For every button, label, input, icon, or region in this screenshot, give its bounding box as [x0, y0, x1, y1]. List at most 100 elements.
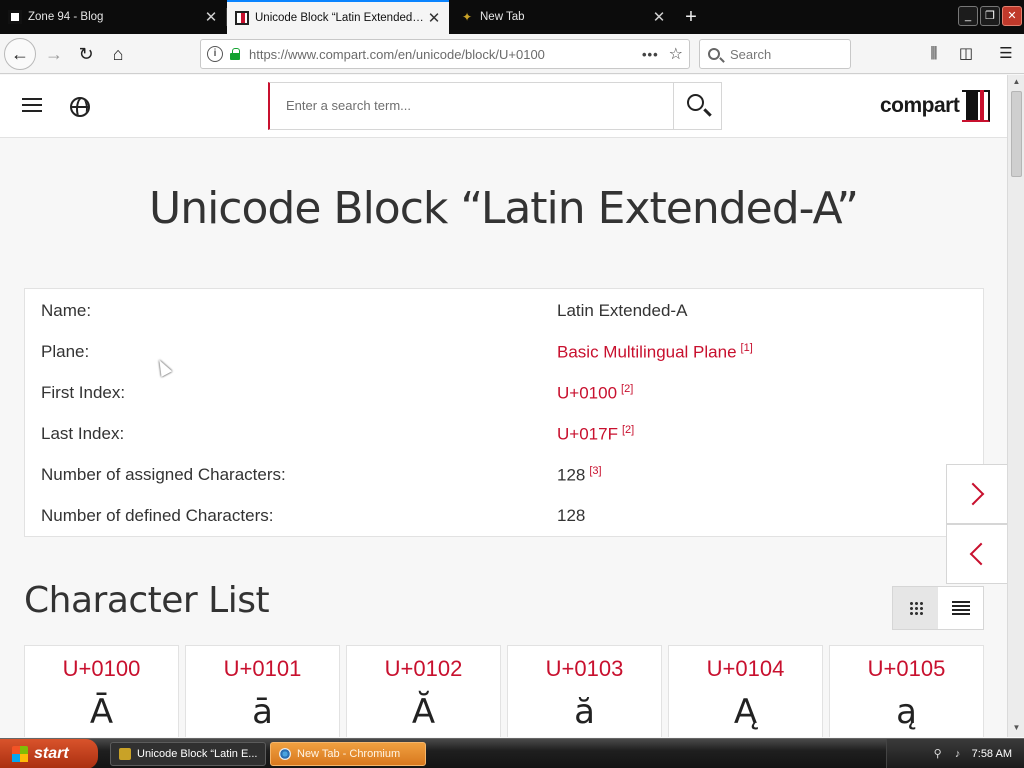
compart-favicon-icon	[235, 11, 249, 25]
firefox-icon	[119, 748, 131, 760]
compart-logo[interactable]: compart	[880, 89, 992, 123]
info-label: First Index:	[41, 383, 126, 402]
site-header: Enter a search term... compart	[0, 75, 1007, 138]
info-value: Latin Extended-A	[557, 301, 688, 320]
volume-icon[interactable]: ♪	[952, 748, 964, 760]
character-card[interactable]: U+0105 ą	[829, 645, 984, 737]
browser-tab-bar: Zone 94 - Blog ✕ Unicode Block “Latin Ex…	[0, 0, 1024, 34]
reference-link[interactable]: [1]	[741, 342, 753, 354]
browser-search-placeholder: Search	[730, 46, 772, 62]
site-info-icon[interactable]: i	[207, 46, 223, 62]
scroll-down-arrow-icon[interactable]: ▼	[1011, 723, 1022, 735]
logo-text: compart	[880, 94, 960, 117]
character-code: U+0103	[545, 656, 624, 681]
character-list-heading: Character List	[24, 580, 270, 621]
window-controls: _ ❐ ✕	[958, 6, 1022, 26]
browser-search-field[interactable]: Search	[699, 39, 851, 69]
list-icon	[951, 601, 970, 615]
info-label: Plane:	[41, 342, 90, 361]
windows-logo-icon	[12, 746, 28, 762]
character-code: U+0105	[867, 656, 946, 681]
character-glyph: Ă	[411, 692, 436, 732]
tab-title: New Tab	[480, 11, 525, 23]
page-actions-icon[interactable]: •••	[642, 47, 659, 62]
compart-logo-mark-icon	[962, 90, 992, 122]
character-code: U+0102	[384, 656, 463, 681]
chevron-left-icon	[969, 542, 993, 566]
start-button[interactable]: start	[0, 739, 98, 768]
taskbar-item-label: Unicode Block “Latin E...	[137, 748, 258, 760]
info-label: Last Index:	[41, 424, 125, 443]
block-info-table: Name: Latin Extended-A Plane: Basic Mult…	[24, 288, 984, 537]
clock[interactable]: 7:58 AM	[972, 748, 1012, 760]
windows-taskbar: start Unicode Block “Latin E... New Tab …	[0, 738, 1024, 768]
home-icon[interactable]: ⌂	[102, 38, 134, 70]
tab-close-icon[interactable]: ✕	[427, 9, 441, 27]
character-glyph: Ā	[89, 692, 114, 732]
site-search-input[interactable]: Enter a search term...	[286, 83, 411, 129]
sidebar-icon[interactable]: ◫	[956, 44, 976, 64]
network-icon[interactable]: ⚲	[932, 748, 944, 760]
library-icon[interactable]: ⫼	[924, 44, 944, 64]
info-value: 128	[557, 506, 586, 525]
chevron-right-icon	[961, 482, 985, 506]
character-grid: U+0100 Ā U+0101 ā U+0102 Ă U+0103 ă U+01…	[24, 645, 984, 737]
character-card[interactable]: U+0104 Ą	[668, 645, 823, 737]
reference-link[interactable]: [3]	[589, 465, 601, 477]
character-card[interactable]: U+0103 ă	[507, 645, 662, 737]
next-block-button[interactable]	[946, 464, 1007, 524]
character-card[interactable]: U+0102 Ă	[346, 645, 501, 737]
taskbar-item-firefox[interactable]: Unicode Block “Latin E...	[110, 742, 266, 766]
globe-language-icon[interactable]	[70, 97, 90, 117]
forward-arrow-icon[interactable]: →	[38, 38, 70, 70]
scroll-up-arrow-icon[interactable]: ▲	[1011, 77, 1022, 89]
tab-new-tab[interactable]: ✦ New Tab ✕	[452, 0, 674, 34]
character-code: U+0101	[223, 656, 302, 681]
character-glyph: Ą	[733, 692, 758, 732]
scroll-thumb[interactable]	[1011, 91, 1022, 177]
tab-close-icon[interactable]: ✕	[204, 8, 218, 26]
info-label: Number of assigned Characters:	[41, 465, 286, 484]
character-glyph: ą	[896, 692, 917, 732]
view-toggle	[892, 586, 984, 630]
site-search-button[interactable]	[673, 83, 721, 129]
reference-link[interactable]: [2]	[621, 383, 633, 395]
info-value: 128 [3]	[557, 465, 602, 485]
character-glyph: ā	[252, 692, 273, 732]
tab-zone94-blog[interactable]: Zone 94 - Blog ✕	[0, 0, 226, 34]
back-arrow-icon[interactable]: ←	[4, 38, 36, 70]
grid-view-button[interactable]	[893, 587, 938, 629]
new-tab-plus-icon[interactable]: +	[680, 4, 702, 30]
first-index-link[interactable]: U+0100 [2]	[557, 383, 633, 404]
lock-icon	[229, 48, 241, 60]
close-window-button[interactable]: ✕	[1002, 6, 1022, 26]
page-scrollbar[interactable]: ▲ ▼	[1007, 75, 1024, 737]
tab-title: Unicode Block “Latin Extended-A”	[255, 12, 427, 24]
taskbar-item-label: New Tab - Chromium	[297, 748, 401, 760]
page-title: Unicode Block “Latin Extended-A”	[148, 183, 859, 234]
last-index-link[interactable]: U+017F [2]	[557, 424, 634, 445]
grid-icon	[908, 601, 923, 615]
menu-icon[interactable]: ☰	[996, 44, 1016, 64]
character-card[interactable]: U+0100 Ā	[24, 645, 179, 737]
url-text[interactable]: https://www.compart.com/en/unicode/block…	[249, 47, 642, 62]
hamburger-menu-icon[interactable]	[22, 98, 42, 112]
restore-button[interactable]: ❐	[980, 6, 1000, 26]
page-viewport: Enter a search term... compart Unicode B…	[0, 75, 1007, 737]
info-label: Name:	[41, 301, 92, 320]
character-code: U+0100	[62, 656, 141, 681]
minimize-button[interactable]: _	[958, 6, 978, 26]
previous-block-button[interactable]	[946, 524, 1007, 584]
reference-link[interactable]: [2]	[622, 424, 634, 436]
reload-icon[interactable]: ↻	[70, 38, 102, 70]
start-label: start	[34, 745, 69, 762]
tab-unicode-block[interactable]: Unicode Block “Latin Extended-A” ✕	[227, 0, 449, 34]
tab-close-icon[interactable]: ✕	[652, 8, 666, 26]
taskbar-item-chromium[interactable]: New Tab - Chromium	[270, 742, 426, 766]
bookmark-star-icon[interactable]: ☆	[669, 44, 683, 64]
url-bar[interactable]: i https://www.compart.com/en/unicode/blo…	[200, 39, 690, 69]
character-card[interactable]: U+0101 ā	[185, 645, 340, 737]
plane-link[interactable]: Basic Multilingual Plane [1]	[557, 342, 753, 363]
list-view-button[interactable]	[938, 587, 983, 629]
site-search-box: Enter a search term...	[268, 82, 722, 130]
